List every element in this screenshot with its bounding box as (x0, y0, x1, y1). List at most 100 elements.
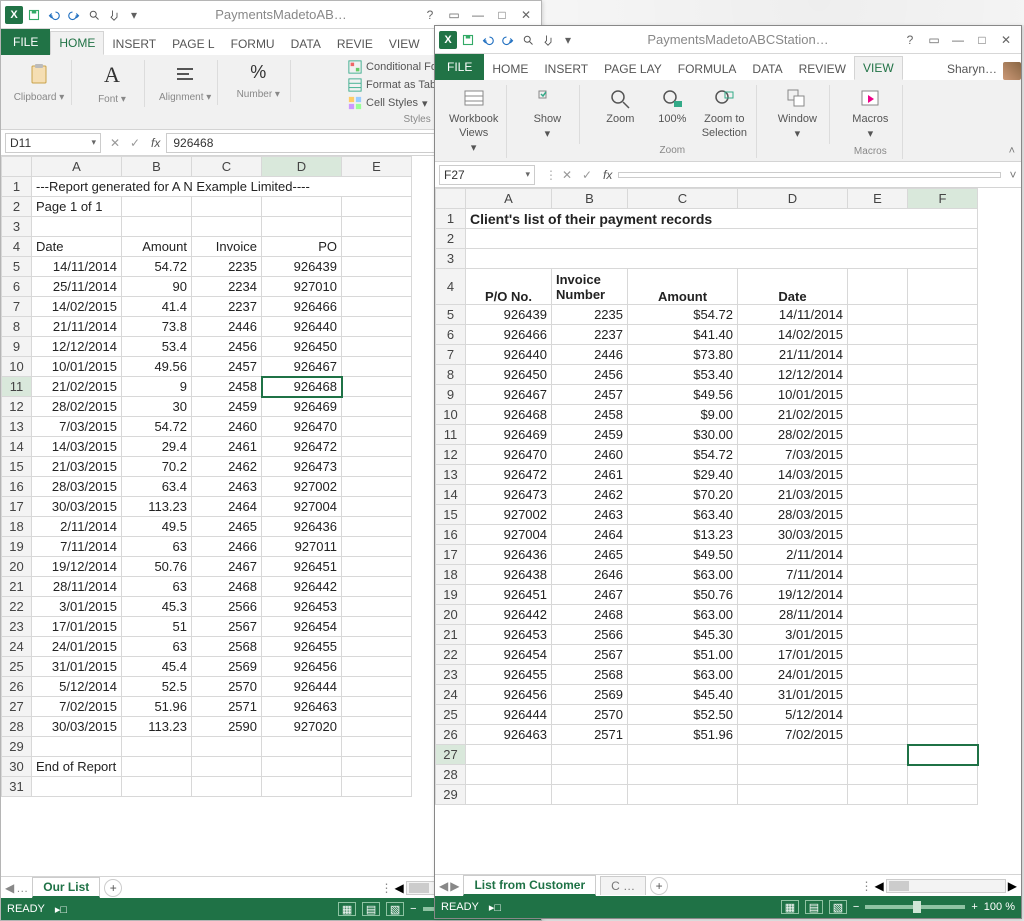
row-header[interactable]: 2 (2, 197, 32, 217)
cell[interactable]: $49.56 (628, 385, 738, 405)
cell[interactable]: 29.4 (122, 437, 192, 457)
cell[interactable]: $52.50 (628, 705, 738, 725)
cell[interactable]: 926472 (262, 437, 342, 457)
cell[interactable]: 926454 (262, 617, 342, 637)
scroll-left-icon[interactable]: ◀ (875, 879, 884, 893)
cell[interactable]: PO (262, 237, 342, 257)
alignment-button[interactable] (159, 60, 211, 88)
cell[interactable]: 2/11/2014 (32, 517, 122, 537)
cell[interactable] (552, 745, 628, 765)
tab-review[interactable]: REVIEW (791, 58, 854, 80)
scroll-right-icon[interactable]: ▶ (1008, 879, 1017, 893)
cell[interactable]: 926470 (262, 417, 342, 437)
zoom-to-selection-button[interactable]: Zoom toSelection (698, 85, 750, 141)
page-layout-view-icon[interactable]: ▤ (805, 900, 823, 914)
formula-cancel-icon[interactable]: ✕ (105, 136, 125, 150)
font-button[interactable]: A (86, 60, 138, 90)
cell[interactable]: 2464 (192, 497, 262, 517)
row-header[interactable]: 8 (2, 317, 32, 337)
cell[interactable] (908, 685, 978, 705)
paste-button[interactable] (13, 60, 65, 88)
row-header[interactable]: 15 (2, 457, 32, 477)
col-header[interactable]: E (342, 157, 412, 177)
cell[interactable]: 19/12/2014 (738, 585, 848, 605)
cell[interactable] (262, 757, 342, 777)
cell[interactable]: $54.72 (628, 445, 738, 465)
cell[interactable] (908, 425, 978, 445)
cell[interactable] (848, 725, 908, 745)
cell[interactable]: ---Report generated for A N Example Limi… (32, 177, 412, 197)
cell[interactable] (342, 517, 412, 537)
cell[interactable]: 926454 (466, 645, 552, 665)
cell[interactable]: 926442 (466, 605, 552, 625)
tab-data[interactable]: DATA (744, 58, 790, 80)
user-name[interactable]: Sharyn… (941, 58, 1003, 80)
cell[interactable]: 28/02/2015 (738, 425, 848, 445)
tab-home[interactable]: HOME (50, 31, 104, 55)
cell[interactable] (342, 657, 412, 677)
row-header[interactable]: 25 (436, 705, 466, 725)
tab-insert[interactable]: INSERT (536, 58, 596, 80)
cell[interactable]: 54.72 (122, 417, 192, 437)
tab-file[interactable]: FILE (435, 54, 484, 80)
cell[interactable] (908, 505, 978, 525)
cell[interactable]: 7/03/2015 (32, 417, 122, 437)
zoom-button[interactable]: Zoom (594, 85, 646, 141)
row-header[interactable]: 12 (436, 445, 466, 465)
cell[interactable]: 926442 (262, 577, 342, 597)
tab-file[interactable]: FILE (1, 29, 50, 55)
row-header[interactable]: 7 (436, 345, 466, 365)
cell[interactable] (908, 365, 978, 385)
row-header[interactable]: 10 (436, 405, 466, 425)
cell[interactable] (908, 269, 978, 305)
save-icon[interactable] (25, 6, 43, 24)
zoom-100-button[interactable]: 100% (646, 85, 698, 141)
cell[interactable] (848, 505, 908, 525)
row-header[interactable]: 20 (2, 557, 32, 577)
cell[interactable] (342, 357, 412, 377)
cell[interactable]: 2235 (192, 257, 262, 277)
new-sheet-icon[interactable]: + (104, 879, 122, 897)
cell[interactable]: 7/11/2014 (32, 537, 122, 557)
cell[interactable]: 2568 (552, 665, 628, 685)
cell[interactable]: 926473 (262, 457, 342, 477)
cell[interactable] (848, 645, 908, 665)
row-header[interactable]: 13 (2, 417, 32, 437)
cell[interactable] (848, 405, 908, 425)
cell[interactable]: 2461 (192, 437, 262, 457)
normal-view-icon[interactable]: ▦ (781, 900, 799, 914)
row-header[interactable]: 23 (436, 665, 466, 685)
cell[interactable]: $54.72 (628, 305, 738, 325)
cell[interactable]: 926463 (262, 697, 342, 717)
cell[interactable] (342, 437, 412, 457)
cell[interactable]: 926439 (466, 305, 552, 325)
col-header[interactable]: D (738, 189, 848, 209)
cell[interactable]: 21/02/2015 (738, 405, 848, 425)
cell[interactable]: 24/01/2015 (32, 637, 122, 657)
cell[interactable]: 926436 (262, 517, 342, 537)
cell[interactable] (908, 385, 978, 405)
cell[interactable] (342, 577, 412, 597)
cell[interactable]: $63.00 (628, 665, 738, 685)
cell[interactable] (32, 777, 122, 797)
cell[interactable]: 21/03/2015 (738, 485, 848, 505)
cell[interactable]: 21/11/2014 (738, 345, 848, 365)
cell[interactable]: 2446 (552, 345, 628, 365)
row-header[interactable]: 11 (436, 425, 466, 445)
cell[interactable]: 14/02/2015 (32, 297, 122, 317)
row-header[interactable]: 18 (436, 565, 466, 585)
tab-view[interactable]: VIEW (854, 56, 903, 80)
cell[interactable] (342, 417, 412, 437)
select-all-cell[interactable] (2, 157, 32, 177)
cell[interactable]: 3/01/2015 (32, 597, 122, 617)
cell[interactable]: $45.30 (628, 625, 738, 645)
cell[interactable] (192, 217, 262, 237)
cell[interactable]: 927002 (466, 505, 552, 525)
cell[interactable]: 12/12/2014 (32, 337, 122, 357)
cell[interactable]: Date (738, 269, 848, 305)
cell[interactable]: $53.40 (628, 365, 738, 385)
row-header[interactable]: 27 (2, 697, 32, 717)
cell[interactable]: 926468 (466, 405, 552, 425)
row-header[interactable]: 10 (2, 357, 32, 377)
cell[interactable] (908, 485, 978, 505)
